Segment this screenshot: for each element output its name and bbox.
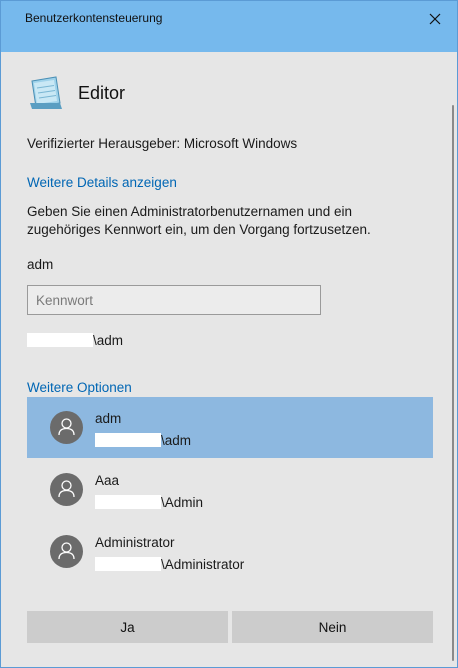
domain-suffix: \adm — [93, 332, 124, 348]
domain-suffix: \adm — [161, 432, 192, 448]
app-name: Editor — [78, 83, 126, 103]
notepad-icon — [26, 73, 66, 113]
close-button[interactable] — [425, 9, 445, 29]
account-item-adm[interactable]: adm \adm — [27, 397, 433, 458]
account-domain: \Administrator — [95, 555, 244, 573]
yes-button[interactable]: Ja — [27, 611, 228, 643]
publisher-text: Verifizierter Herausgeber: Microsoft Win… — [27, 136, 298, 151]
close-icon — [429, 13, 441, 25]
user-avatar-icon — [50, 473, 83, 506]
account-item-aaa[interactable]: Aaa \Admin — [27, 459, 433, 520]
username-label: adm — [27, 257, 54, 272]
details-link[interactable]: Weitere Details anzeigen — [27, 175, 177, 190]
title-bar: Benutzerkontensteuerung — [1, 1, 457, 52]
instruction-text: Geben Sie einen Administratorbenutzernam… — [27, 204, 371, 237]
no-button[interactable]: Nein — [232, 611, 433, 643]
more-options-link[interactable]: Weitere Optionen — [27, 380, 132, 395]
redacted-domain — [95, 495, 161, 509]
password-field[interactable] — [27, 285, 321, 315]
uac-dialog: Benutzerkontensteuerung Editor Verifizie… — [0, 0, 458, 668]
account-name: adm — [95, 411, 122, 426]
account-domain: \adm — [27, 331, 123, 349]
redacted-domain — [27, 333, 93, 347]
redacted-domain — [95, 557, 161, 571]
scrollbar[interactable] — [452, 105, 454, 661]
domain-suffix: \Administrator — [161, 556, 245, 572]
domain-suffix: \Admin — [161, 494, 204, 510]
account-name: Administrator — [95, 535, 175, 550]
account-item-administrator[interactable]: Administrator \Administrator — [27, 521, 433, 582]
account-domain: \Admin — [95, 493, 203, 511]
user-avatar-icon — [50, 411, 83, 444]
account-domain: \adm — [95, 431, 191, 449]
account-name: Aaa — [95, 473, 120, 488]
window-title: Benutzerkontensteuerung — [25, 11, 163, 25]
redacted-domain — [95, 433, 161, 447]
user-avatar-icon — [50, 535, 83, 568]
